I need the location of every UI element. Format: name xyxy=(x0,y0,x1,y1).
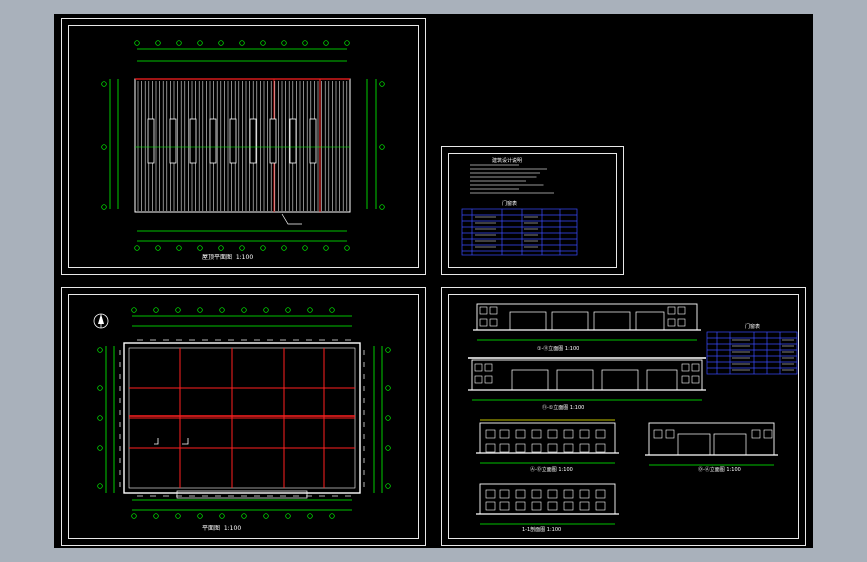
roof-skylights xyxy=(147,118,317,164)
floor-plan-drawing xyxy=(93,307,391,519)
roof-axis-bubbles xyxy=(101,40,385,251)
elevation-2-title: ⑪-①立面图 1:100 xyxy=(542,405,585,411)
elevation-4-title: Ⓓ-Ⓐ立面图 1:100 xyxy=(698,467,741,473)
section-title: 1-1剖面图 1:100 xyxy=(522,527,562,533)
floor-plan-sheet[interactable]: 平面图 1:100 xyxy=(61,287,426,546)
notes-text-lines xyxy=(470,164,554,194)
door-window-table-heading: 门窗表 xyxy=(745,324,761,330)
notes-sheet[interactable]: 建筑设计说明 门窗表 xyxy=(441,146,624,275)
drawing-canvas[interactable]: 屋顶平面图 1:100 建筑设计说明 门窗表 平面图 1:100 门窗表 ①-⑪… xyxy=(54,14,813,548)
door-window-table xyxy=(706,331,798,375)
elevation-1-title: ①-⑪立面图 1:100 xyxy=(537,346,580,352)
roof-plan-drawing xyxy=(101,40,385,251)
notes-table-heading: 门窗表 xyxy=(502,201,518,207)
elevations-sheet[interactable]: 门窗表 ①-⑪立面图 1:100 ⑪-①立面图 1:100 Ⓐ-Ⓓ立面图 1:1… xyxy=(441,287,806,546)
notes-drawing xyxy=(461,164,578,256)
floor-axis-bubbles xyxy=(97,307,391,519)
entrance-steps xyxy=(176,490,308,499)
notes-table xyxy=(461,208,578,256)
elevation-3-title: Ⓐ-Ⓓ立面图 1:100 xyxy=(530,467,573,473)
notes-heading: 建筑设计说明 xyxy=(492,158,523,164)
roof-plan-title: 屋顶平面图 1:100 xyxy=(202,254,254,261)
floor-plan-title: 平面图 1:100 xyxy=(202,525,242,532)
floor-axis-grid xyxy=(129,348,355,488)
floor-dimension-lines xyxy=(105,315,383,511)
roof-plan-sheet[interactable]: 屋顶平面图 1:100 xyxy=(61,18,426,275)
